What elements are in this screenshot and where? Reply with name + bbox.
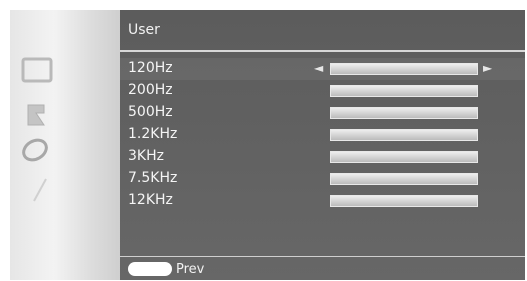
equalizer-panel: User 120Hz ◄ ► 200Hz 500Hz 1.2KHz 3KHz 7… bbox=[120, 10, 525, 280]
band-label: 3KHz bbox=[128, 148, 164, 164]
title-divider bbox=[120, 50, 525, 52]
slider-fill bbox=[331, 196, 477, 206]
band-slider[interactable] bbox=[330, 107, 478, 119]
band-row[interactable]: 3KHz bbox=[120, 146, 525, 168]
right-arrow-icon[interactable]: ► bbox=[483, 61, 492, 75]
band-list: 120Hz ◄ ► 200Hz 500Hz 1.2KHz 3KHz 7.5KHz… bbox=[120, 58, 525, 212]
band-row[interactable]: 12KHz bbox=[120, 190, 525, 212]
band-row[interactable]: 120Hz ◄ ► bbox=[120, 58, 525, 80]
footer-divider bbox=[120, 256, 525, 257]
menu-title: User bbox=[128, 22, 160, 38]
sound-icon[interactable] bbox=[22, 100, 52, 130]
slider-fill bbox=[331, 86, 477, 96]
slider-fill bbox=[331, 174, 477, 184]
osd-screen: User 120Hz ◄ ► 200Hz 500Hz 1.2KHz 3KHz 7… bbox=[10, 10, 525, 280]
band-slider[interactable] bbox=[330, 173, 478, 185]
band-row[interactable]: 7.5KHz bbox=[120, 168, 525, 190]
band-label: 12KHz bbox=[128, 192, 173, 208]
prev-label: Prev bbox=[176, 261, 205, 277]
band-label: 120Hz bbox=[128, 60, 173, 76]
left-arrow-icon[interactable]: ◄ bbox=[314, 61, 323, 75]
band-label: 1.2KHz bbox=[128, 126, 178, 142]
band-row[interactable]: 500Hz bbox=[120, 102, 525, 124]
band-label: 500Hz bbox=[128, 104, 173, 120]
setup-icon[interactable] bbox=[18, 135, 52, 165]
band-label: 200Hz bbox=[128, 82, 173, 98]
band-slider[interactable] bbox=[330, 63, 478, 75]
prev-button[interactable] bbox=[128, 262, 172, 276]
slider-fill bbox=[331, 152, 477, 162]
band-row[interactable]: 1.2KHz bbox=[120, 124, 525, 146]
band-label: 7.5KHz bbox=[128, 170, 178, 186]
band-row[interactable]: 200Hz bbox=[120, 80, 525, 102]
band-slider[interactable] bbox=[330, 129, 478, 141]
slider-fill bbox=[331, 64, 477, 74]
slider-fill bbox=[331, 108, 477, 118]
band-slider[interactable] bbox=[330, 151, 478, 163]
picture-icon[interactable] bbox=[20, 55, 54, 85]
sidebar bbox=[10, 10, 120, 280]
band-slider[interactable] bbox=[330, 85, 478, 97]
edit-icon[interactable] bbox=[28, 175, 52, 205]
slider-fill bbox=[331, 130, 477, 140]
band-slider[interactable] bbox=[330, 195, 478, 207]
footer: Prev bbox=[128, 261, 204, 277]
